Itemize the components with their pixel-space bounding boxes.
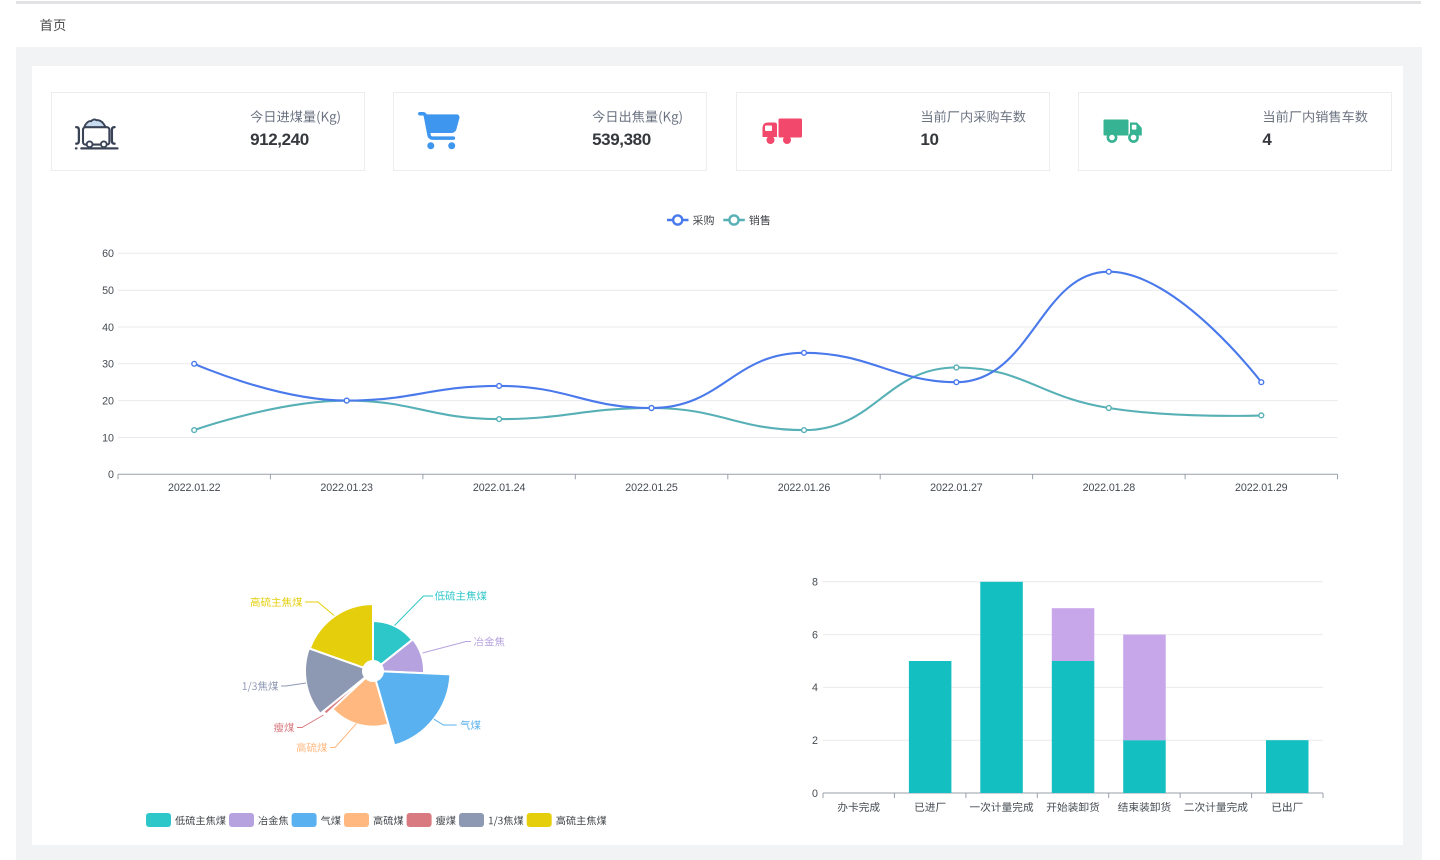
svg-text:8: 8 (812, 577, 818, 589)
svg-text:6: 6 (812, 629, 818, 641)
svg-text:60: 60 (102, 248, 114, 260)
svg-text:2022.01.26: 2022.01.26 (778, 482, 831, 494)
svg-text:2022.01.29: 2022.01.29 (1235, 482, 1288, 494)
svg-text:0: 0 (108, 469, 114, 481)
svg-text:2: 2 (812, 735, 818, 747)
svg-text:912,240: 912,240 (250, 130, 309, 149)
svg-text:539,380: 539,380 (592, 130, 651, 149)
svg-text:2022.01.25: 2022.01.25 (625, 482, 678, 494)
svg-text:2022.01.22: 2022.01.22 (168, 482, 221, 494)
svg-text:4: 4 (1262, 130, 1272, 149)
svg-text:40: 40 (102, 322, 114, 334)
svg-text:20: 20 (102, 395, 114, 407)
svg-text:30: 30 (102, 359, 114, 371)
svg-text:0: 0 (812, 788, 818, 800)
svg-text:10: 10 (920, 130, 938, 149)
svg-text:2022.01.28: 2022.01.28 (1083, 482, 1136, 494)
svg-text:2022.01.23: 2022.01.23 (320, 482, 373, 494)
svg-text:2022.01.24: 2022.01.24 (473, 482, 526, 494)
svg-text:50: 50 (102, 285, 114, 297)
svg-text:10: 10 (102, 432, 114, 444)
svg-text:4: 4 (812, 682, 818, 694)
svg-text:2022.01.27: 2022.01.27 (930, 482, 983, 494)
